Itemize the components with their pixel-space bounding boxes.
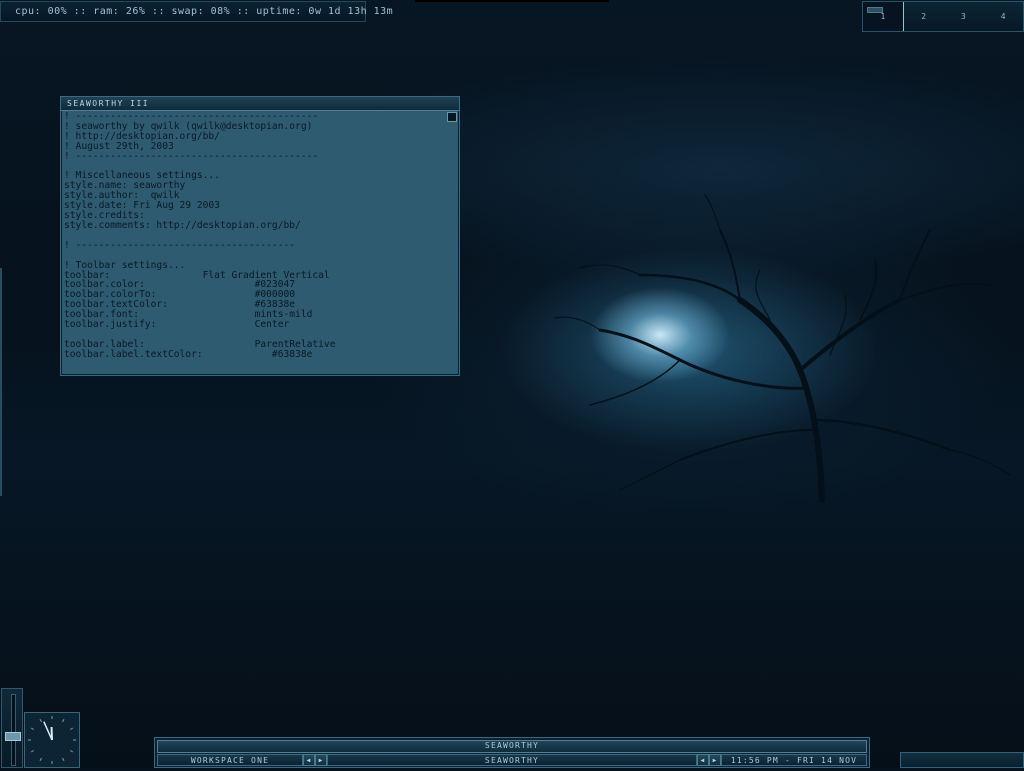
clock-face	[25, 713, 79, 767]
right-arrow-icon[interactable]: ▶	[709, 754, 721, 766]
pager-workspace-label: 2	[921, 12, 926, 21]
clock-tick	[40, 719, 42, 722]
system-monitor-bar: cpu: 00% :: ram: 26% :: swap: 08% :: upt…	[0, 1, 366, 22]
left-arrow-icon[interactable]: ◀	[303, 754, 315, 766]
mini-window-preview	[867, 7, 883, 13]
top-edge-strip	[415, 0, 609, 2]
slit-panel	[900, 752, 1024, 768]
window-name-label[interactable]: seaworthy	[327, 754, 697, 766]
clock-tick	[31, 728, 34, 730]
pager-workspace-label: 4	[1001, 12, 1006, 21]
volume-slider[interactable]	[1, 688, 23, 768]
scrollbar-thumb[interactable]	[447, 112, 457, 122]
right-arrow-icon[interactable]: ▶	[315, 754, 327, 766]
pager-workspace-2[interactable]: 2	[904, 2, 944, 31]
clock-tick	[63, 719, 65, 722]
analog-clock	[24, 712, 80, 768]
workspace-pager[interactable]: 1 2 3 4	[862, 1, 1024, 32]
slider-track	[11, 694, 16, 766]
clock-tick	[40, 758, 42, 761]
pager-workspace-1[interactable]: 1	[863, 2, 904, 31]
window-titlebar[interactable]: seaworthy ııı	[61, 97, 459, 111]
toolbar-row: workspace one ◀ ▶ seaworthy ◀ ▶ 11:56 pm…	[157, 754, 867, 766]
pager-workspace-label: 1	[880, 12, 885, 21]
toolbar-title: seaworthy	[157, 740, 867, 753]
clock-tick	[70, 751, 73, 753]
clock-tick	[31, 751, 34, 753]
window-title: seaworthy ııı	[67, 99, 149, 108]
window-content-area[interactable]: ! --------------------------------------…	[62, 111, 458, 374]
workspace-name-label[interactable]: workspace one	[157, 754, 303, 766]
pager-workspace-3[interactable]: 3	[944, 2, 984, 31]
slider-handle[interactable]	[5, 732, 21, 741]
left-edge-panel	[0, 268, 2, 496]
clock-tick	[70, 728, 73, 730]
pager-workspace-4[interactable]: 4	[983, 2, 1023, 31]
pager-workspace-label: 3	[961, 12, 966, 21]
text-viewer-window[interactable]: seaworthy ııı ! ------------------------…	[60, 96, 460, 376]
clock-tick	[63, 758, 65, 761]
bottom-toolbar: seaworthy workspace one ◀ ▶ seaworthy ◀ …	[154, 737, 870, 768]
style-file-text[interactable]: ! --------------------------------------…	[62, 111, 458, 360]
toolbar-clock-label: 11:56 pm - fri 14 nov	[721, 754, 867, 766]
left-arrow-icon[interactable]: ◀	[697, 754, 709, 766]
